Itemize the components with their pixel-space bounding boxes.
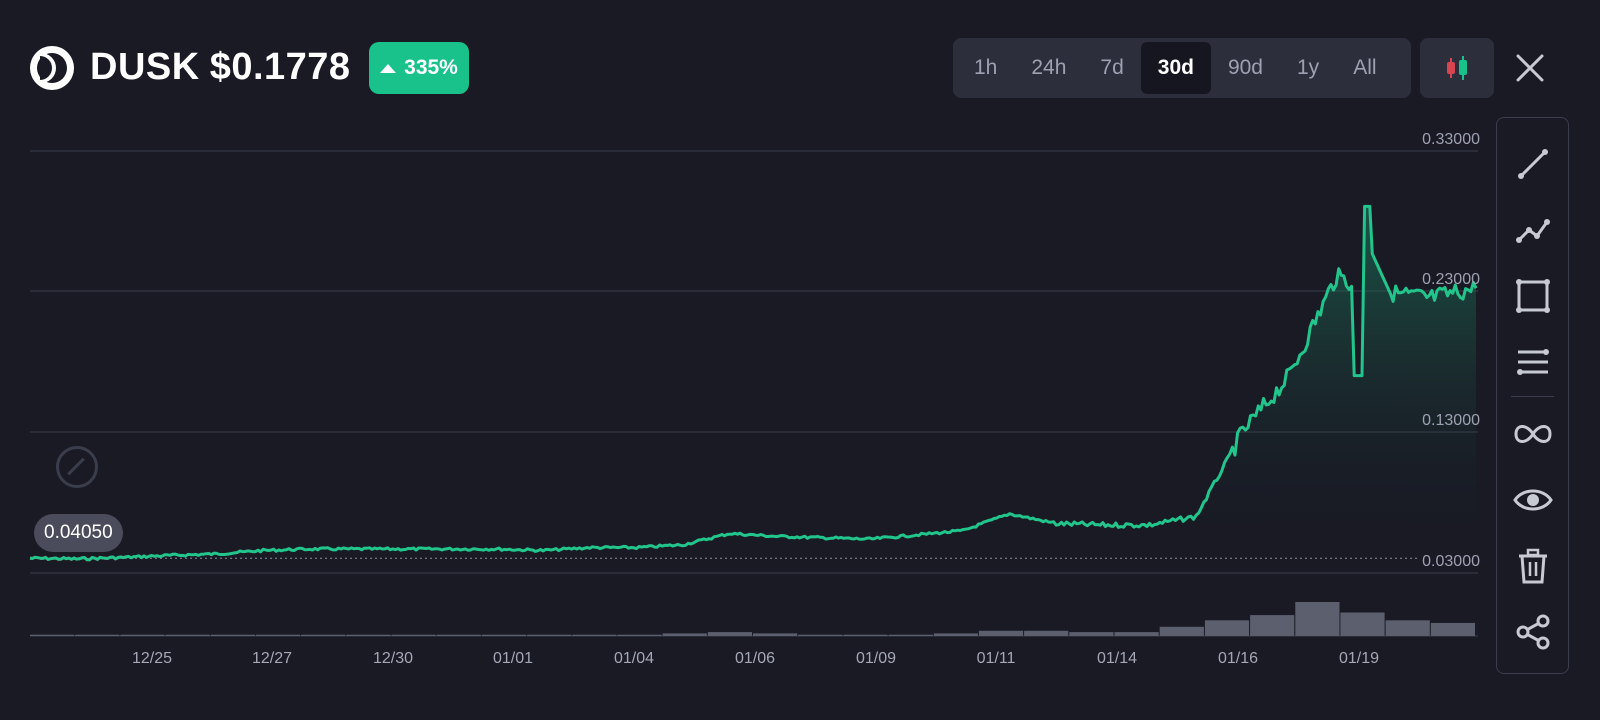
volume-bar [1204,620,1250,636]
trend-line-icon [1517,149,1548,179]
x-tick-label: 01/04 [613,650,655,667]
eye-icon [1512,489,1553,511]
volume-bar [391,634,436,636]
volume-bar [843,634,888,636]
volume-bar [120,634,165,636]
volume-bar [798,634,843,636]
volume-bar [165,634,210,636]
infinity-icon [1513,425,1552,443]
y-tick-label: 0.23000 [1422,271,1480,288]
infinity-tool[interactable] [1497,408,1568,460]
drawing-toolbar [1496,117,1569,674]
x-tick-label: 01/11 [976,650,1016,667]
volume-bar [210,634,255,636]
y-tick-label: 0.03000 [1422,553,1480,570]
volume-bar [1340,612,1385,636]
volume-bar [572,634,617,636]
share-tool[interactable] [1497,606,1568,658]
volume-bar [1114,632,1159,636]
parallel-lines-tool[interactable] [1497,336,1568,388]
volume-bar [436,634,481,636]
rectangle-tool[interactable] [1497,270,1568,322]
x-tick-label: 01/16 [1217,650,1259,667]
volume-bar [1024,630,1069,636]
x-tick-label: 01/01 [492,650,534,667]
volume-bar [707,632,752,636]
x-tick-label: 01/09 [855,650,897,667]
volume-bar [978,630,1024,636]
visibility-tool[interactable] [1497,474,1568,526]
x-tick-label: 01/14 [1096,650,1138,667]
volume-bar [1159,626,1204,636]
delete-tool[interactable] [1497,540,1568,592]
volume-bar [30,634,75,636]
volume-bar [255,634,301,636]
toolbar-divider [1511,396,1554,397]
volume-bar [753,633,798,636]
volume-bar [75,634,120,636]
x-tick-label: 12/30 [372,650,414,667]
baseline-price-tag: 0.04050 [34,514,123,552]
volume-bar [1295,602,1340,636]
trash-icon [1518,548,1547,584]
volume-bar [933,633,978,636]
share-icon [1516,614,1549,650]
volume-bar [1069,632,1114,636]
price-area [1180,206,1476,559]
volume-bars [30,602,1475,636]
volume-bar [1430,622,1475,636]
watermark-logo-icon [56,446,98,488]
volume-bar [662,633,707,636]
parallel-lines-icon [1516,349,1549,375]
y-tick-label: 0.13000 [1422,412,1480,429]
y-tick-label: 0.33000 [1422,131,1480,148]
volume-bar [1250,615,1295,636]
x-tick-label: 01/06 [734,650,776,667]
x-tick-label: 12/27 [251,650,293,667]
price-chart[interactable] [0,0,1600,720]
volume-bar [346,634,391,636]
rectangle-icon [1515,279,1550,313]
volume-bar [481,634,527,636]
volume-bar [527,634,572,636]
volume-bar [617,634,662,636]
x-tick-label: 12/25 [131,650,173,667]
volume-bar [888,634,933,636]
volume-bar [1385,620,1430,636]
polyline-icon [1515,219,1550,243]
polyline-tool[interactable] [1497,204,1568,256]
trend-line-tool[interactable] [1497,138,1568,190]
x-tick-label: 01/19 [1338,650,1380,667]
grid-lines [30,150,1478,637]
volume-bar [301,634,346,636]
